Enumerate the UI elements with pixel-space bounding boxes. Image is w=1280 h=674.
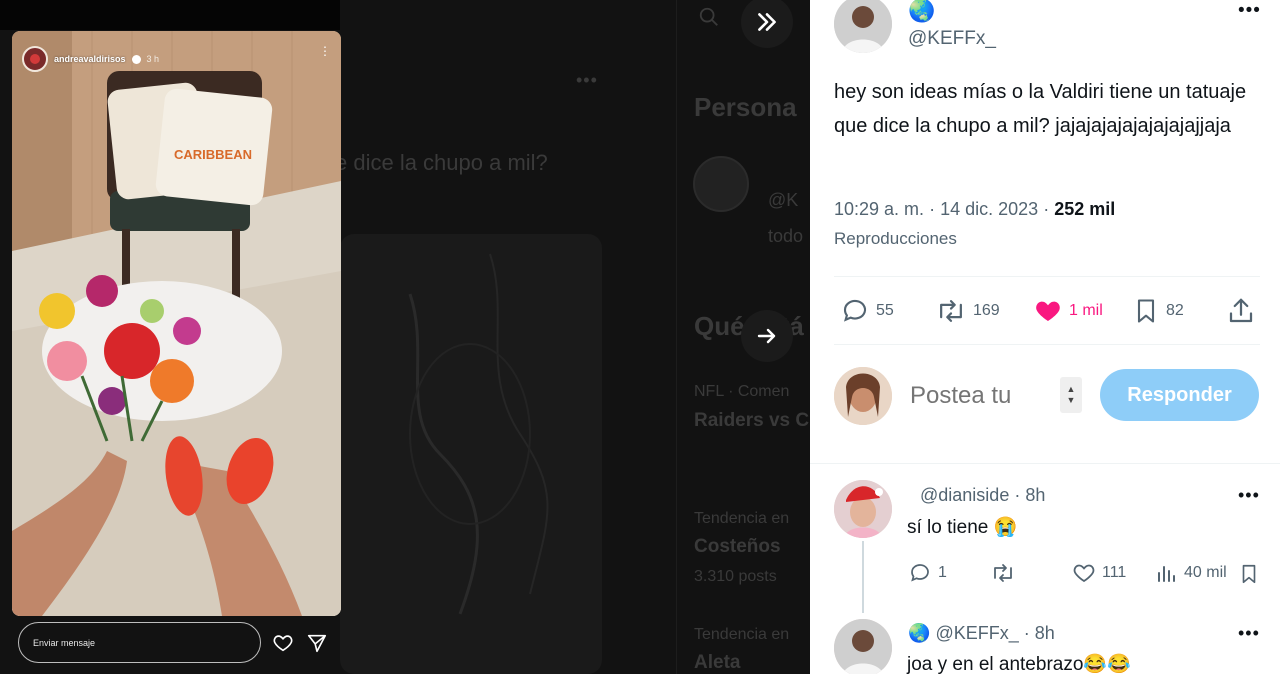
heart-filled-icon xyxy=(1036,301,1060,321)
verified-icon xyxy=(131,54,141,64)
author-avatar[interactable] xyxy=(834,0,892,53)
thread-line xyxy=(862,541,864,613)
story-photo: CARIBBEAN xyxy=(12,31,341,616)
background-media xyxy=(340,234,602,674)
story-time: 3 h xyxy=(146,54,160,64)
reply-count: 1 xyxy=(938,564,947,581)
arrow-right-icon xyxy=(757,328,776,344)
story-header: andreavaldirisos 3 h xyxy=(22,46,159,72)
meta-separator: · xyxy=(929,199,936,219)
share-button[interactable] xyxy=(1226,296,1256,326)
background-divider xyxy=(676,0,677,674)
like-count: 111 xyxy=(1102,564,1127,581)
retweet-count: 169 xyxy=(973,302,1000,319)
background-heading: Persona xyxy=(694,92,797,122)
story-menu-icon[interactable]: ⋮ xyxy=(319,45,331,57)
reply-icon xyxy=(843,299,867,322)
globe-icon: 🌏 xyxy=(908,0,936,23)
bookmark-count: 82 xyxy=(1166,302,1184,319)
next-arrow-button[interactable] xyxy=(741,310,793,362)
background-avatar xyxy=(693,156,749,212)
tweet-meta: 10:29 a. m. · 14 dic. 2023 · 252 mil xyxy=(834,199,1115,220)
reply-avatar[interactable] xyxy=(834,480,892,538)
reply-composer-input[interactable] xyxy=(910,378,1070,414)
reply-handle[interactable]: @dianiside · 8h xyxy=(920,485,1045,506)
more-icon: ••• xyxy=(576,70,598,90)
background-trend3-category: Tendencia en xyxy=(694,626,790,643)
like-button[interactable]: 1 mil xyxy=(1033,296,1103,326)
retweet-button[interactable]: 169 xyxy=(935,296,1000,326)
search-icon xyxy=(699,7,718,26)
tweet-views-label: Reproducciones xyxy=(834,229,957,248)
bookmark-icon xyxy=(1137,299,1155,323)
background-who-handle: @K xyxy=(768,190,799,210)
tweet-time[interactable]: 10:29 a. m. xyxy=(834,199,924,219)
like-button[interactable]: 111 xyxy=(1072,561,1126,585)
reply-count: 55 xyxy=(876,302,894,319)
divider xyxy=(834,276,1260,277)
bookmark-icon[interactable] xyxy=(1238,562,1260,586)
composer-stepper[interactable]: ▲ ▼ xyxy=(1060,377,1082,413)
story-reply-placeholder: Enviar mensaje xyxy=(33,637,96,648)
globe-icon: 🌏 xyxy=(908,623,931,643)
story-username[interactable]: andreavaldirisos xyxy=(54,54,126,64)
background-trend2-category: Tendencia en xyxy=(694,510,790,527)
reply-button[interactable]: 55 xyxy=(840,296,894,326)
background-trend2-title: Costeños xyxy=(694,536,781,557)
views-button[interactable]: 40 mil xyxy=(1154,561,1227,585)
reply-text: sí lo tiene 😭 xyxy=(907,517,1018,538)
views-count: 40 mil xyxy=(1184,564,1227,581)
reply-icon xyxy=(911,564,929,582)
divider xyxy=(834,344,1260,345)
respond-button[interactable]: Responder xyxy=(1100,369,1259,421)
current-user-avatar[interactable] xyxy=(834,367,892,425)
background-tweet-fragment: e dice la chupo a mil? xyxy=(335,150,548,175)
retweet-icon xyxy=(940,300,962,322)
tweet-text: hey son ideas mías o la Valdiri tiene un… xyxy=(834,81,1247,137)
send-icon[interactable] xyxy=(306,632,328,654)
tweet-panel: 🌏 @KEFFx_ ••• hey son ideas mías o la Va… xyxy=(810,0,1280,674)
section-separator xyxy=(810,463,1280,464)
more-options-icon[interactable]: ••• xyxy=(1238,623,1260,644)
background-trend1-category: NFL · Comen xyxy=(694,383,790,400)
author-handle[interactable]: @KEFFx_ xyxy=(908,28,996,50)
pillow-text: CARIBBEAN xyxy=(174,147,252,162)
reply-text: joa y en el antebrazo😂😂 xyxy=(907,654,1131,674)
retweet-icon xyxy=(994,564,1012,582)
story-reply-input[interactable]: Enviar mensaje xyxy=(18,622,261,663)
more-options-icon[interactable]: ••• xyxy=(1238,485,1260,506)
tweet-views-count: 252 mil xyxy=(1054,199,1116,219)
heart-icon[interactable] xyxy=(272,632,294,654)
reply-button[interactable]: 1 xyxy=(908,561,947,585)
meta-separator: · xyxy=(1043,199,1050,219)
share-icon xyxy=(1229,298,1253,323)
story-avatar[interactable] xyxy=(22,46,48,72)
reply-handle[interactable]: 🌏 @KEFFx_ · 8h xyxy=(908,623,1055,644)
story-status-bar xyxy=(0,0,340,30)
more-options-icon[interactable]: ••• xyxy=(1238,0,1261,22)
reply-avatar[interactable] xyxy=(834,619,892,674)
heart-icon xyxy=(1073,564,1095,583)
views-chart-icon xyxy=(1158,566,1175,582)
retweet-button[interactable] xyxy=(990,561,1022,585)
background-trend2-posts: 3.310 posts xyxy=(694,568,777,585)
bookmark-button[interactable]: 82 xyxy=(1132,296,1184,326)
like-count: 1 mil xyxy=(1069,302,1103,319)
story-image[interactable]: CARIBBEAN andreavaldirisos 3 h ⋮ xyxy=(12,31,341,616)
background-who-sub: todo xyxy=(768,226,804,246)
background-trend1-title: Raiders vs C xyxy=(694,410,810,431)
tweet-date[interactable]: 14 dic. 2023 xyxy=(940,199,1038,219)
double-chevron-right-icon xyxy=(758,13,776,31)
background-trend3-title: Aleta xyxy=(694,652,741,673)
